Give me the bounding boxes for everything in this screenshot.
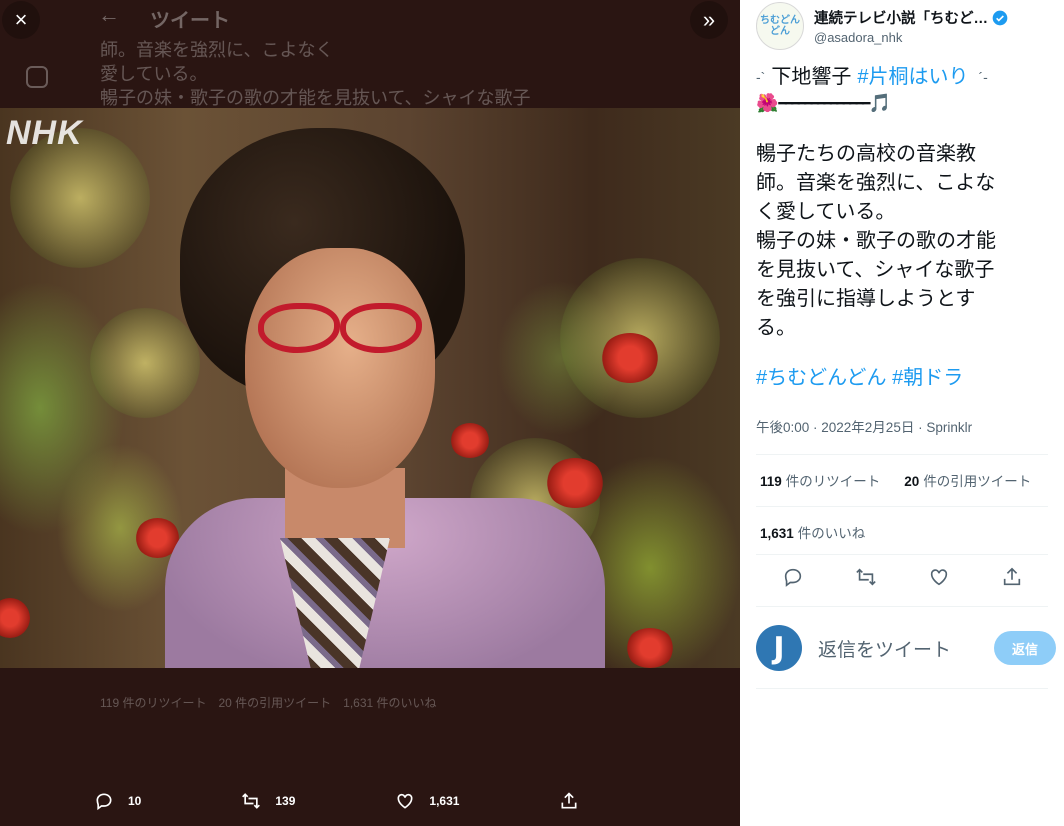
character-name: 下地響子 [771, 66, 852, 88]
retweets-stat[interactable]: 119 件のリツイート [760, 470, 880, 490]
person-face [245, 248, 435, 488]
red-flower [625, 628, 675, 668]
close-button[interactable]: × [2, 1, 40, 39]
tweet-author-header: ちむどんどん 連続テレビ小説「ちむど… @asadora_nhk [756, 0, 1056, 52]
share-icon [561, 792, 577, 809]
media-viewer: ← ツイート 師。音楽を強烈に、こよなく 愛している。 暢子の妹・歌子の歌の才能… [0, 0, 740, 826]
reply-icon[interactable] [782, 566, 804, 588]
tweet-hashtags: #ちむどんどん #朝ドラ [756, 365, 1056, 391]
share-action[interactable] [559, 791, 593, 811]
tweet-timestamp[interactable]: 午後0:00 · 2022年2月25日 · Sprinklr [756, 416, 972, 436]
retweet-action[interactable]: 139 [241, 791, 295, 811]
tweet-title-line: -` 下地響子 #片桐はいり ´- [756, 64, 1056, 90]
reply-icon [96, 793, 112, 811]
red-flower [600, 333, 660, 383]
quotes-number: 20 [904, 474, 920, 489]
quotes-stat[interactable]: 20 件の引用ツイート [904, 470, 1031, 490]
background-text-line: 師。音楽を強烈に、こよなく [100, 40, 334, 60]
divider [756, 606, 1048, 607]
actor-hashtag[interactable]: #片桐はいり [857, 64, 968, 90]
reply-count: 10 [128, 794, 142, 808]
heart-icon [397, 793, 413, 809]
retweets-label: 件のリツイート [785, 474, 881, 489]
hashtag-asadora[interactable]: #朝ドラ [892, 367, 963, 389]
reply-action[interactable]: 10 [94, 791, 141, 811]
divider-bar: ━━━━━━━━━━━━━━ [778, 95, 870, 111]
close-icon: × [14, 7, 28, 32]
divider [756, 554, 1048, 555]
nhk-watermark: NHK [6, 114, 83, 152]
background-text-line: 愛している。 [100, 64, 208, 84]
tweet-detail-panel: ちむどんどん 連続テレビ小説「ちむど… @asadora_nhk -` 下地響子… [740, 0, 1064, 826]
red-flower [450, 423, 490, 458]
retweet-icon[interactable] [855, 566, 877, 588]
like-count: 1,631 [429, 794, 460, 808]
deco-tick-right: ´- [978, 69, 988, 85]
background-home-icon [26, 66, 48, 88]
retweet-count: 139 [275, 794, 296, 808]
current-user-avatar[interactable]: J [756, 625, 802, 671]
tweet-share-stats: 119 件のリツイート 20 件の引用ツイート [760, 470, 1055, 490]
author-names: 連続テレビ小説「ちむど… @asadora_nhk [814, 7, 1008, 45]
tweet-body-text: 暢子たちの高校の音楽教 師。音楽を強烈に、こよな く愛している。 暢子の妹・歌子… [756, 143, 996, 339]
red-flower [545, 458, 605, 508]
retweet-icon [242, 793, 261, 809]
deco-tick-left: -` [756, 69, 766, 85]
reply-composer: J 返信をツイート 返信 [756, 620, 1056, 676]
heart-icon[interactable] [928, 566, 950, 588]
likes-number: 1,631 [760, 526, 794, 541]
background-page-title: ツイート [150, 10, 230, 32]
background-back-arrow: ← [98, 2, 120, 27]
music-note-icon: 🎵 [868, 93, 891, 113]
tweet-photo[interactable]: NHK [0, 108, 740, 668]
author-handle[interactable]: @asadora_nhk [814, 30, 1008, 45]
likes-stat[interactable]: 1,631 件のいいね [760, 522, 865, 542]
tweet-text: -` 下地響子 #片桐はいり ´- 🌺 ━━━━━━━━━━━━━━ 🎵 暢子た… [756, 64, 1056, 391]
verified-badge-icon [992, 10, 1008, 25]
author-display-name[interactable]: 連続テレビ小説「ちむど… [814, 7, 1008, 28]
tweet-action-row [756, 566, 1048, 588]
media-action-bar: 10 139 1,631 [0, 776, 740, 826]
like-action[interactable]: 1,631 [395, 791, 459, 811]
decorative-divider: 🌺 ━━━━━━━━━━━━━━ 🎵 [756, 90, 1056, 116]
avatar-logo-text: ちむどんどん [760, 15, 800, 37]
author-avatar[interactable]: ちむどんどん [756, 2, 804, 50]
divider [756, 506, 1048, 507]
background-text-line: 暢子の妹・歌子の歌の才能を見抜いて、シャイな歌子 [100, 88, 531, 108]
reply-button[interactable]: 返信 [994, 631, 1056, 665]
chevron-double-right-icon: » [702, 7, 716, 32]
retweets-number: 119 [760, 474, 782, 489]
likes-label: 件のいいね [797, 526, 866, 541]
hibiscus-icon: 🌺 [756, 93, 779, 113]
share-icon[interactable] [1001, 566, 1023, 588]
red-flower [0, 598, 30, 638]
hashtag-chimudondon[interactable]: #ちむどんどん [756, 367, 887, 389]
divider [756, 688, 1048, 689]
reply-input[interactable]: 返信をツイート [818, 635, 994, 662]
divider [756, 454, 1048, 455]
background-stats: 119 件のリツイート 20 件の引用ツイート 1,631 件のいいね [100, 696, 437, 710]
tweet-like-stats: 1,631 件のいいね [760, 522, 889, 542]
expand-panel-button[interactable]: » [690, 1, 728, 39]
foliage-highlight [90, 308, 200, 418]
quotes-label: 件の引用ツイート [923, 474, 1032, 489]
display-name-text: 連続テレビ小説「ちむど… [814, 11, 988, 27]
